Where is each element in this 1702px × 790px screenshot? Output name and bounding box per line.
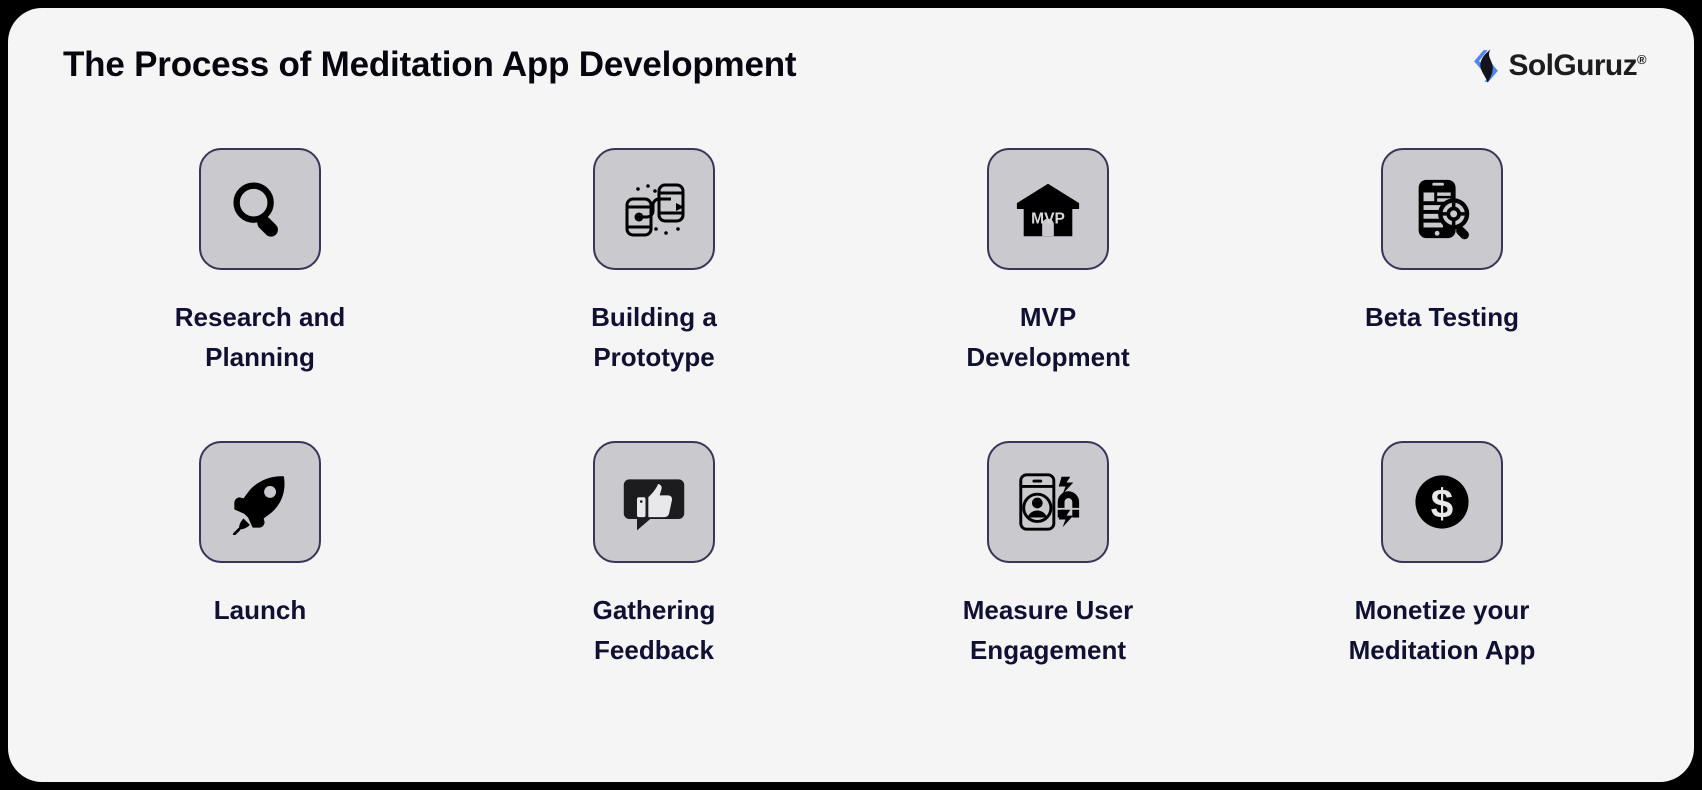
step-label: Beta Testing — [1364, 302, 1520, 332]
step-gathering-feedback: Gathering Feedback — [457, 441, 851, 734]
step-mvp-development: MVP MVP Development — [851, 148, 1245, 441]
step-building-a-prototype: Building a Prototype — [457, 148, 851, 441]
step-label: MVP Development — [966, 302, 1130, 373]
step-label: Measure User Engagement — [962, 595, 1134, 666]
mvp-house-icon: MVP — [1013, 174, 1083, 244]
step-label: Research and Planning — [174, 302, 346, 373]
page-title: The Process of Meditation App Developmen… — [63, 45, 797, 84]
phone-user-magnet-icon — [1013, 467, 1083, 537]
step-icon-tile — [593, 441, 715, 563]
brand-name-text: SolGuruz — [1508, 49, 1638, 82]
step-monetize-your-meditation-app: $ Monetize your Meditation App — [1245, 441, 1639, 734]
mvp-icon-text: MVP — [1031, 211, 1065, 228]
infographic-card: The Process of Meditation App Developmen… — [8, 8, 1694, 782]
solguruz-logo-mark-icon — [1467, 47, 1505, 85]
step-icon-tile — [987, 441, 1109, 563]
phone-gear-magnifier-icon — [1407, 174, 1477, 244]
step-label: Building a Prototype — [591, 302, 717, 373]
step-label: Monetize your Meditation App — [1348, 595, 1536, 666]
magnifier-icon — [226, 175, 294, 243]
step-research-and-planning: Research and Planning — [63, 148, 457, 441]
step-icon-tile — [199, 148, 321, 270]
step-measure-user-engagement: Measure User Engagement — [851, 441, 1245, 734]
step-icon-tile: MVP — [987, 148, 1109, 270]
brand-name: SolGuruz® — [1508, 51, 1646, 81]
thumbs-up-speech-bubble-icon — [620, 468, 688, 536]
step-label: Launch — [213, 595, 307, 625]
step-label: Gathering Feedback — [592, 595, 716, 666]
step-icon-tile — [1381, 148, 1503, 270]
step-icon-tile — [199, 441, 321, 563]
step-beta-testing: Beta Testing — [1245, 148, 1639, 441]
dollar-glyph: $ — [1431, 481, 1453, 527]
header: The Process of Meditation App Developmen… — [8, 8, 1694, 118]
step-launch: Launch — [63, 441, 457, 734]
process-steps-grid: Research and Planning Building a Prototy… — [63, 148, 1639, 734]
prototype-phones-icon — [618, 173, 690, 245]
rocket-icon — [227, 469, 293, 535]
step-icon-tile: $ — [1381, 441, 1503, 563]
registered-mark: ® — [1637, 52, 1647, 67]
dollar-circle-icon: $ — [1409, 469, 1475, 535]
step-icon-tile — [593, 148, 715, 270]
brand-logo: SolGuruz® — [1467, 46, 1647, 86]
